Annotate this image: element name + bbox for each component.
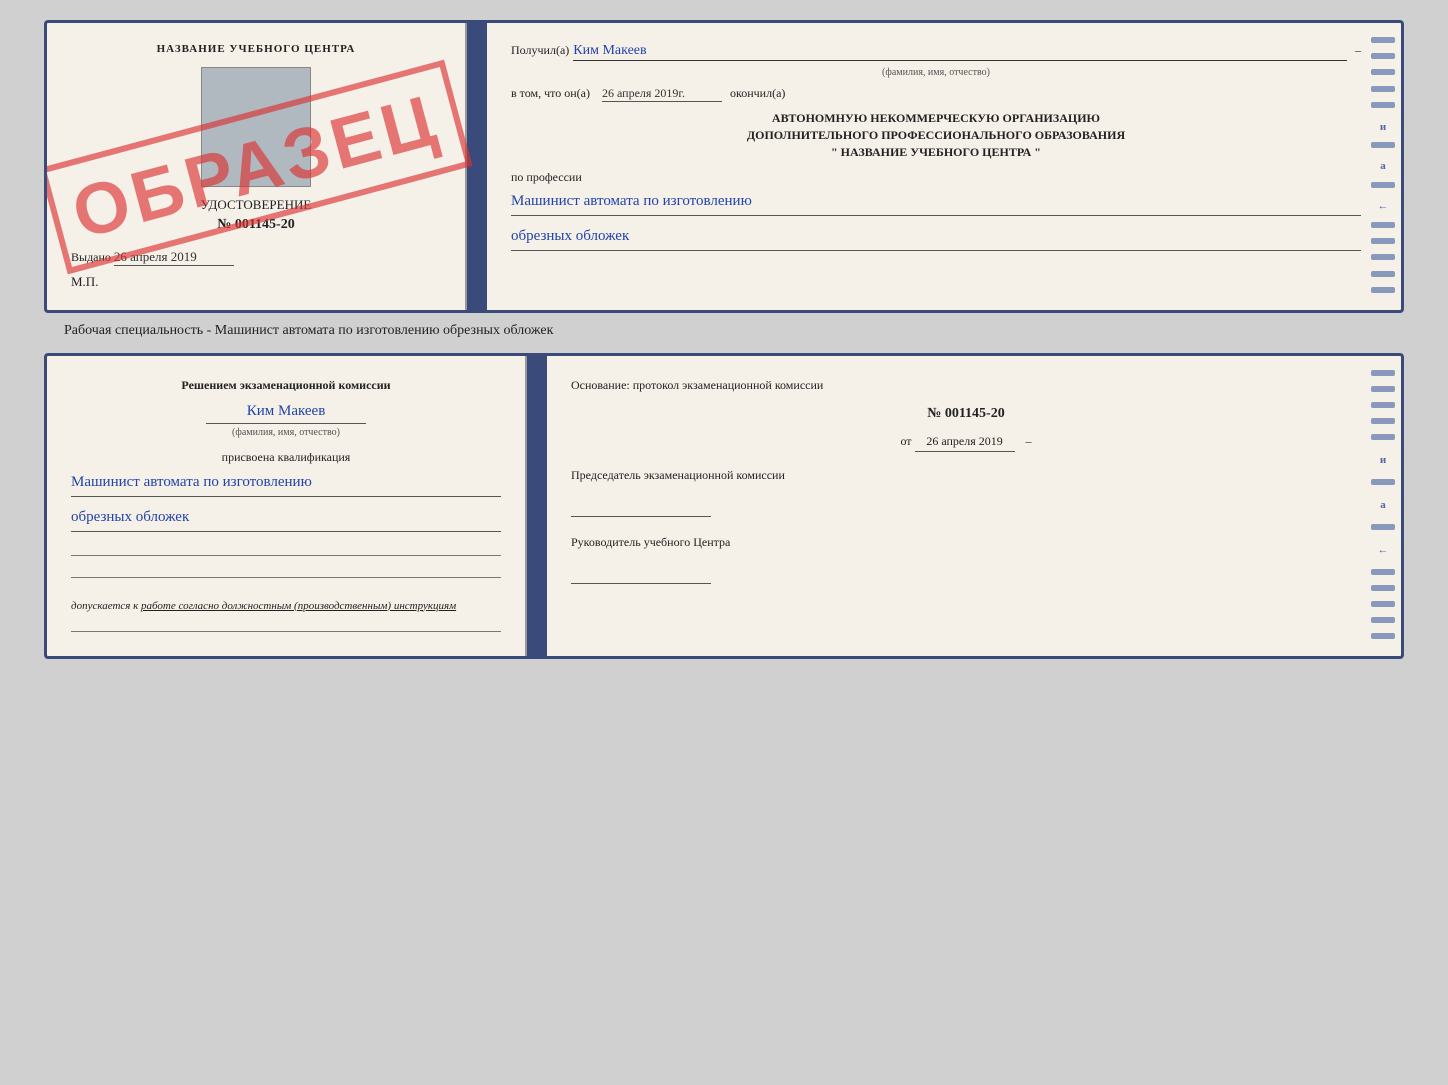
- b-deco-11: [1371, 617, 1395, 623]
- b-deco-10: [1371, 601, 1395, 607]
- deco-line-12: [1371, 287, 1395, 293]
- doc-spine: [467, 23, 487, 310]
- photo-placeholder: [201, 67, 311, 187]
- b-deco-6: [1371, 479, 1395, 485]
- profession-label: по профессии: [511, 170, 1361, 185]
- decision-header: Решением экзаменационной комиссии: [71, 376, 501, 394]
- name-sublabel: (фамилия, имя, отчество): [511, 67, 1361, 78]
- b-deco-7: [1371, 524, 1395, 530]
- qual-line2: обрезных обложек: [71, 505, 501, 532]
- bottom-doc-left: Решением экзаменационной комиссии Ким Ма…: [47, 356, 527, 656]
- b-deco-letter-arrow: ←: [1371, 542, 1395, 560]
- deco-letter-a: а: [1371, 160, 1395, 172]
- b-deco-1: [1371, 370, 1395, 376]
- certificate-number: № 001145-20: [71, 217, 441, 233]
- top-document: НАЗВАНИЕ УЧЕБНОГО ЦЕНТРА УДОСТОВЕРЕНИЕ №…: [44, 20, 1404, 313]
- center-head-signature: [571, 568, 711, 584]
- in-that-label: в том, что он(а): [511, 86, 590, 101]
- bottom-date-value: 26 апреля 2019: [915, 432, 1015, 452]
- date-prefix: от: [900, 434, 911, 448]
- top-doc-left: НАЗВАНИЕ УЧЕБНОГО ЦЕНТРА УДОСТОВЕРЕНИЕ №…: [47, 23, 467, 310]
- protocol-number: № 001145-20: [571, 403, 1361, 425]
- deco-letter-i: и: [1371, 121, 1395, 133]
- qual-line1: Машинист автомата по изготовлению: [71, 470, 501, 497]
- mp-label: М.П.: [71, 274, 441, 290]
- bottom-doc-right: Основание: протокол экзаменационной коми…: [547, 356, 1401, 656]
- issued-line: Выдано 26 апреля 2019: [71, 249, 441, 266]
- commission-chair-label: Председатель экзаменационной комиссии: [571, 466, 1361, 485]
- blank-line-3: [71, 618, 501, 632]
- deco-lines: и а ←: [1369, 23, 1397, 310]
- org-line3: " НАЗВАНИЕ УЧЕБНОГО ЦЕНТРА ": [511, 144, 1361, 161]
- center-head-label: Руководитель учебного Центра: [571, 533, 1361, 552]
- basis-header: Основание: протокол экзаменационной коми…: [571, 376, 1361, 395]
- commission-chair-signature: [571, 501, 711, 517]
- received-label: Получил(а): [511, 43, 569, 58]
- allow-text: допускается к: [71, 600, 138, 612]
- b-deco-8: [1371, 569, 1395, 575]
- deco-line-3: [1371, 69, 1395, 75]
- protocol-date: от 26 апреля 2019 –: [571, 432, 1361, 452]
- deco-line-9: [1371, 238, 1395, 244]
- finished-label: окончил(а): [730, 86, 785, 101]
- org-line1: АВТОНОМНУЮ НЕКОММЕРЧЕСКУЮ ОРГАНИЗАЦИЮ: [511, 110, 1361, 127]
- b-deco-12: [1371, 633, 1395, 639]
- profession-line1: Машинист автомата по изготовлению: [511, 189, 1361, 216]
- recipient-name: Ким Макеев: [573, 43, 1347, 61]
- bottom-doc-spine: [527, 356, 547, 656]
- blank-line-2: [71, 562, 501, 578]
- deco-line-5: [1371, 102, 1395, 108]
- b-deco-letter-i: и: [1371, 452, 1395, 470]
- allow-underline: работе согласно должностным (производств…: [141, 600, 456, 612]
- b-deco-letter-a: а: [1371, 497, 1395, 515]
- deco-letter-arrow: ←: [1371, 200, 1395, 212]
- org-block: АВТОНОМНУЮ НЕКОММЕРЧЕСКУЮ ОРГАНИЗАЦИЮ ДО…: [511, 110, 1361, 160]
- deco-line-2: [1371, 53, 1395, 59]
- deco-line-8: [1371, 222, 1395, 228]
- commission-chair-block: Председатель экзаменационной комиссии: [571, 466, 1361, 517]
- b-deco-3: [1371, 402, 1395, 408]
- b-deco-9: [1371, 585, 1395, 591]
- top-left-header: НАЗВАНИЕ УЧЕБНОГО ЦЕНТРА: [71, 43, 441, 55]
- b-deco-4: [1371, 418, 1395, 424]
- bottom-person-name: Ким Макеев: [71, 400, 501, 423]
- in-that-line: в том, что он(а) 26 апреля 2019г. окончи…: [511, 86, 1361, 102]
- top-doc-right: Получил(а) Ким Макеев – (фамилия, имя, о…: [487, 23, 1401, 310]
- deco-line-10: [1371, 254, 1395, 260]
- bottom-person-sublabel: (фамилия, имя, отчество): [206, 423, 366, 440]
- blank-line-1: [71, 540, 501, 556]
- received-line: Получил(а) Ким Макеев –: [511, 43, 1361, 61]
- certificate-title: УДОСТОВЕРЕНИЕ: [71, 197, 441, 213]
- org-line2: ДОПОЛНИТЕЛЬНОГО ПРОФЕССИОНАЛЬНОГО ОБРАЗО…: [511, 127, 1361, 144]
- issued-label: Выдано: [71, 250, 111, 264]
- allow-line: допускается к работе согласно должностны…: [71, 598, 501, 615]
- document-container: НАЗВАНИЕ УЧЕБНОГО ЦЕНТРА УДОСТОВЕРЕНИЕ №…: [44, 20, 1404, 659]
- deco-line-11: [1371, 271, 1395, 277]
- center-head-block: Руководитель учебного Центра: [571, 533, 1361, 584]
- bottom-document: Решением экзаменационной комиссии Ким Ма…: [44, 353, 1404, 659]
- deco-line-7: [1371, 182, 1395, 188]
- date-value: 26 апреля 2019г.: [602, 86, 722, 102]
- b-deco-2: [1371, 386, 1395, 392]
- assigned-label: присвоена квалификация: [71, 448, 501, 466]
- deco-line-6: [1371, 142, 1395, 148]
- deco-line-1: [1371, 37, 1395, 43]
- separator-label: Рабочая специальность - Машинист автомат…: [44, 313, 1404, 345]
- bottom-deco-lines: и а ←: [1369, 356, 1397, 656]
- issued-date: 26 апреля 2019: [114, 249, 234, 266]
- deco-line-4: [1371, 86, 1395, 92]
- b-deco-5: [1371, 434, 1395, 440]
- profession-line2: обрезных обложек: [511, 224, 1361, 251]
